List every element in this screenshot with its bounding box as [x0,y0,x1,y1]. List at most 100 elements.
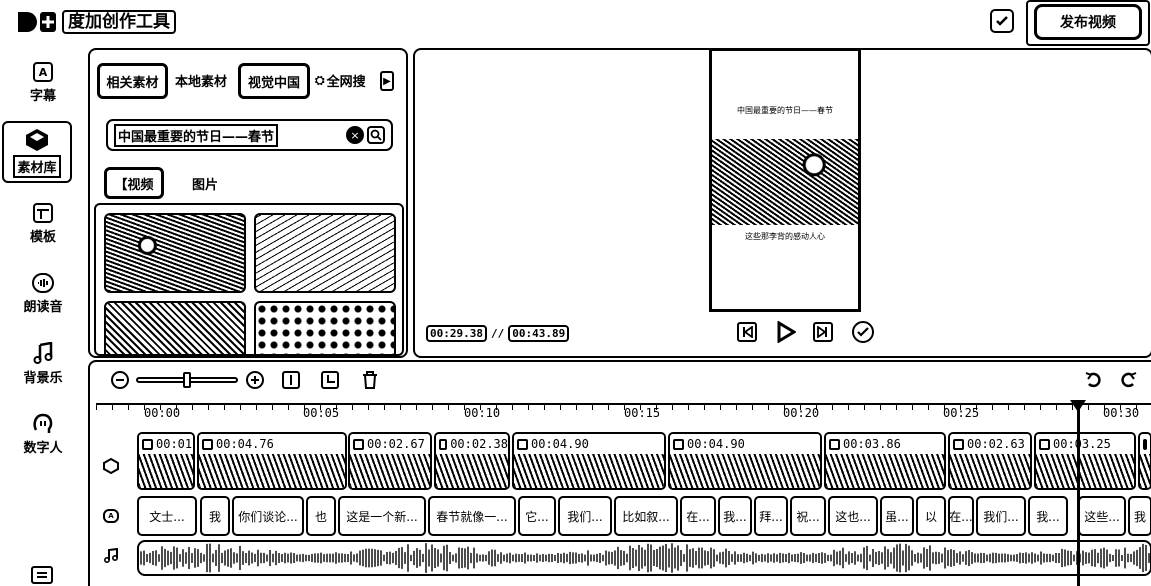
delete-icon[interactable] [361,371,379,389]
ruler-tick: 00:00 [144,406,181,420]
video-clip[interactable] [1138,432,1151,490]
time-display: 00:29.38 // 00:43.89 [426,325,570,342]
ruler-tick: 00:25 [943,406,980,420]
subtitle-list-icon[interactable] [31,566,53,584]
split-icon[interactable] [282,371,300,389]
subtitle-block[interactable]: 我 [200,496,230,536]
subtitle-block[interactable]: 祝... [790,496,826,536]
preview-video-frame [712,139,858,225]
sidebar-item-label: 朗读音 [23,300,63,315]
subtitle-block[interactable]: 虽... [880,496,914,536]
sidebar-item-digital-human[interactable]: 数字人 [0,412,86,456]
subtitle-block[interactable]: 以 [916,496,946,536]
voice-icon [32,273,54,293]
redo-icon[interactable] [1118,370,1138,390]
subtitle-block[interactable]: 这些... [1078,496,1126,536]
prev-frame-icon[interactable] [737,322,757,342]
ruler-tick: 00:05 [303,406,340,420]
playhead-handle[interactable] [1070,400,1086,412]
tab-web-search[interactable]: ⛭ 全网搜 [315,71,366,90]
subtitle-block[interactable]: 比如叙... [614,496,678,536]
subtitle-block[interactable]: 文士... [137,496,197,536]
subtitle-block[interactable]: 我们... [976,496,1026,536]
clip-duration: 00:02.63 [967,437,1025,451]
sidebar-item-label: 模板 [29,230,56,245]
sidebar-item-template[interactable]: 模板 [0,203,86,245]
ruler-tick: 00:30 [1103,406,1140,420]
thumbnail-video[interactable] [254,213,396,293]
task-check-icon[interactable] [990,9,1014,33]
cube-icon [26,128,48,151]
next-frame-icon[interactable] [813,322,833,342]
confirm-icon[interactable] [852,321,874,343]
sidebar-item-music[interactable]: 背景乐 [0,342,86,386]
subtitle-icon: A [33,62,53,82]
subtitle-block[interactable]: 它... [518,496,556,536]
thumbnail-video[interactable] [254,301,396,354]
current-time: 00:29.38 [426,325,487,342]
clip-duration: 00:02.67 [367,437,425,451]
tab-local[interactable]: 本地素材 [175,71,227,90]
video-clip[interactable]: 00:01 [137,432,195,490]
zoom-slider-handle[interactable] [183,372,191,388]
ruler-tick: 00:15 [624,406,661,420]
web-search-icon: ⛭ [315,73,325,87]
video-clip[interactable]: 00:03.25 [1034,432,1136,490]
subtitle-block[interactable]: 我... [1028,496,1068,536]
search-icon[interactable] [367,126,385,144]
tab-related[interactable]: 相关素材 [97,63,168,99]
video-clip[interactable]: 00:04.76 [197,432,347,490]
video-clip[interactable]: 00:02.63 [948,432,1032,490]
subtitle-block[interactable]: 这也... [828,496,878,536]
app-title: 度加创作工具 [62,10,176,34]
subtitle-block[interactable]: 这是一个新... [338,496,426,536]
subtitle-block[interactable]: 也 [306,496,336,536]
app-logo: 度加创作工具 [16,9,176,35]
sidebar-item-label: 数字人 [23,441,63,456]
sidebar-item-materials[interactable]: 素材库 [2,121,72,183]
sidebar-item-label: 背景乐 [23,371,63,386]
crop-icon[interactable] [321,371,339,389]
clip-duration: 00:03.25 [1053,437,1111,451]
tab-visual-china[interactable]: 视觉中国 [238,63,310,99]
sidebar-item-voice[interactable]: 朗读音 [0,273,86,315]
zoom-in-icon[interactable] [246,371,264,389]
audio-waveform[interactable] [137,540,1151,576]
template-icon [33,203,53,223]
subtitle-block[interactable]: 我... [718,496,752,536]
zoom-out-icon[interactable] [111,371,129,389]
subtitle-block[interactable]: 春节就像一... [428,496,516,536]
sidebar-item-subtitle[interactable]: A 字幕 [0,62,86,104]
subtitle-block[interactable]: 我们... [558,496,612,536]
subtitle-block[interactable]: 我 [1128,496,1151,536]
music-note-icon [33,342,53,364]
ruler-tick: 00:20 [783,406,820,420]
subtitle-block[interactable]: 在... [948,496,974,536]
total-time: 00:43.89 [508,325,570,342]
subtitle-track-icon: A [101,506,121,526]
logo-icon [18,12,56,32]
video-track-icon [101,456,121,476]
tab-video[interactable]: 【视频 [104,167,164,199]
subtitle-block[interactable]: 拜... [754,496,788,536]
tab-image[interactable]: 图片 [192,174,218,193]
tabs-next-icon[interactable]: ▶ [380,71,394,91]
preview-caption-text: 这些那李背的感动人心 [745,232,825,241]
subtitle-block[interactable]: 你们谈论... [232,496,304,536]
undo-icon[interactable] [1084,370,1104,390]
video-clip[interactable]: 00:02.67 [348,432,432,490]
thumbnail-video[interactable] [104,301,246,354]
video-clip[interactable]: 00:04.90 [512,432,666,490]
video-clip[interactable]: 00:02.38 [434,432,510,490]
clip-duration: 00:03.86 [843,437,901,451]
playhead[interactable] [1077,402,1080,586]
sidebar-item-label: 素材库 [13,154,61,178]
video-clip[interactable]: 00:04.90 [668,432,822,490]
play-icon[interactable] [775,321,797,343]
subtitle-block[interactable]: 在... [680,496,716,536]
video-clip[interactable]: 00:03.86 [824,432,946,490]
publish-button[interactable]: 发布视频 [1034,4,1142,40]
search-input[interactable]: 中国最重要的节日——春节 [114,123,279,147]
thumbnail-video[interactable] [104,213,246,293]
clear-icon[interactable]: × [346,126,364,144]
